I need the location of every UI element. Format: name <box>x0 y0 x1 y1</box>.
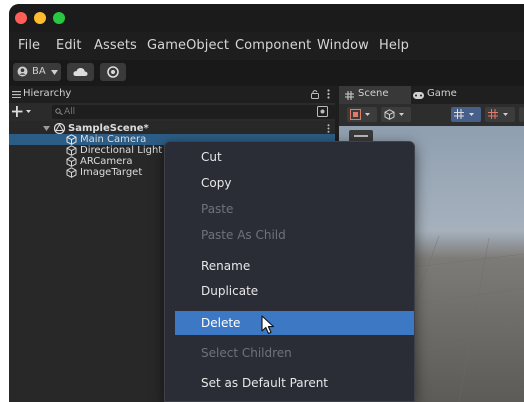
collab-icon <box>107 66 119 78</box>
menu-component[interactable]: Component <box>235 38 311 53</box>
scene-visibility-icon[interactable] <box>317 106 328 117</box>
cloud-button[interactable] <box>67 63 94 81</box>
menu-item-paste-as-child: Paste As Child <box>201 228 286 242</box>
collab-button[interactable] <box>100 63 126 81</box>
scene-options-icon[interactable] <box>327 124 330 133</box>
context-menu: Cut Copy Paste Paste As Child Rename Dup… <box>164 141 415 402</box>
menu-item-duplicate[interactable]: Duplicate <box>165 279 414 303</box>
gameobject-cube-icon <box>66 134 77 145</box>
cloud-icon <box>73 67 88 76</box>
chevron-down-icon <box>51 70 58 75</box>
unity-editor-window: File Edit Assets GameObject Component Wi… <box>9 4 524 402</box>
gizmo-grid-dropdown[interactable] <box>451 107 481 122</box>
hierarchy-search-input[interactable]: All <box>52 105 335 119</box>
scene-toolbar-overflow[interactable] <box>519 107 524 122</box>
account-dropdown[interactable]: BA <box>13 63 61 81</box>
lock-icon[interactable] <box>311 89 319 99</box>
minimize-window-button[interactable] <box>34 12 46 24</box>
main-toolbar: BA <box>9 60 524 86</box>
menu-gameobject[interactable]: GameObject <box>147 38 229 53</box>
scene-tabs: Scene Game <box>339 86 524 104</box>
menu-item-delete[interactable]: Delete <box>175 311 414 335</box>
menu-file[interactable]: File <box>18 38 40 53</box>
expand-arrow-icon[interactable] <box>43 126 50 131</box>
menu-item-paste: Paste <box>201 202 234 216</box>
object-label: ARCamera <box>80 156 133 167</box>
shading-dropdown[interactable] <box>381 107 411 122</box>
search-placeholder: All <box>64 107 76 117</box>
title-bar <box>9 4 524 32</box>
more-options-icon[interactable] <box>327 89 330 99</box>
tab-scene[interactable]: Scene <box>339 86 411 104</box>
gameobject-cube-icon <box>66 145 77 156</box>
object-label: Main Camera <box>80 134 147 145</box>
scene-toolbar <box>339 104 524 126</box>
grid-icon <box>345 91 354 100</box>
cube-icon <box>384 109 404 120</box>
gamepad-icon <box>413 92 424 99</box>
zoom-window-button[interactable] <box>53 12 65 24</box>
menu-bar: File Edit Assets GameObject Component Wi… <box>9 32 524 60</box>
gameobject-cube-icon <box>66 156 77 167</box>
menu-help[interactable]: Help <box>379 38 409 53</box>
close-window-button[interactable] <box>15 12 27 24</box>
search-icon <box>55 108 63 115</box>
object-label: Directional Light <box>80 145 163 156</box>
snap-dropdown[interactable] <box>485 107 515 122</box>
gameobject-cube-icon <box>66 167 77 178</box>
hierarchy-toolbar: All <box>9 103 335 121</box>
menu-item-set-as-default-parent[interactable]: Set as Default Parent <box>165 371 414 395</box>
account-icon <box>17 66 28 77</box>
list-icon <box>12 91 21 98</box>
object-label: ImageTarget <box>80 167 143 178</box>
draw-mode-icon <box>350 109 370 120</box>
scene-name-label: SampleScene* <box>68 123 149 134</box>
snap-icon <box>488 109 508 119</box>
menu-window[interactable]: Window <box>317 38 369 53</box>
add-object-button[interactable] <box>12 106 32 118</box>
account-label: BA <box>32 66 46 77</box>
hierarchy-tab[interactable]: Hierarchy <box>9 86 335 103</box>
tree-row-scene[interactable]: SampleScene* <box>9 123 335 134</box>
mouse-cursor-icon <box>261 315 275 335</box>
grid-snap-icon <box>454 109 474 119</box>
menu-edit[interactable]: Edit <box>56 38 82 53</box>
menu-item-cut[interactable]: Cut <box>165 145 414 169</box>
hierarchy-title: Hierarchy <box>23 88 72 99</box>
menu-assets[interactable]: Assets <box>94 38 137 53</box>
unity-scene-icon <box>54 123 65 134</box>
tab-scene-label: Scene <box>358 88 389 99</box>
menu-item-rename[interactable]: Rename <box>165 254 414 278</box>
draw-mode-dropdown[interactable] <box>347 107 377 122</box>
menu-item-copy[interactable]: Copy <box>165 171 414 195</box>
menu-item-select-children: Select Children <box>201 346 292 360</box>
tab-game-label: Game <box>427 88 457 99</box>
